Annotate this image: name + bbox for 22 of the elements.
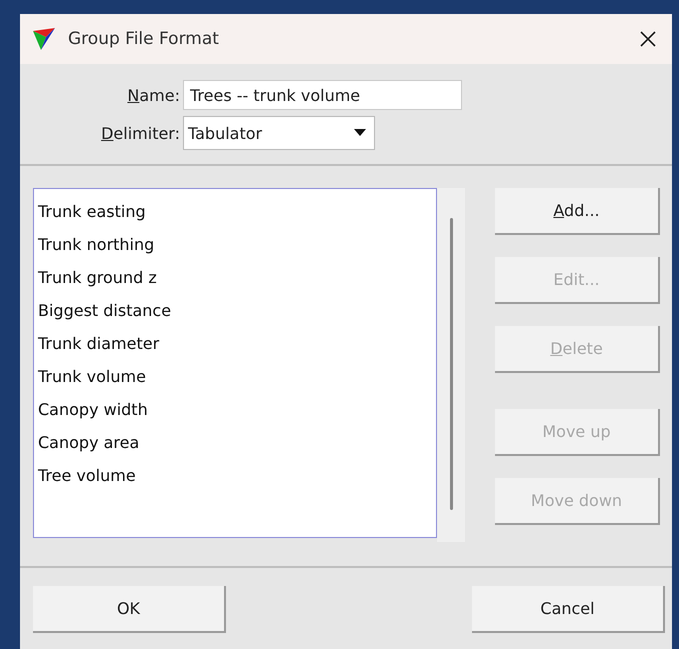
list-item[interactable]: Canopy width bbox=[38, 393, 432, 426]
delimiter-dropdown[interactable]: Tabulator bbox=[183, 116, 375, 150]
field-label: Name: bbox=[126, 86, 180, 104]
ok-button[interactable]: OK bbox=[33, 586, 226, 633]
list-item[interactable]: Trunk volume bbox=[38, 360, 432, 393]
app-icon bbox=[32, 27, 56, 51]
cancel-button[interactable]: Cancel bbox=[472, 586, 665, 633]
field-label: Delimiter: bbox=[100, 124, 180, 142]
list-item[interactable]: Trunk diameter bbox=[38, 327, 432, 360]
scroll-bar[interactable] bbox=[437, 188, 465, 542]
window-title: Group File Format bbox=[68, 29, 220, 49]
list-item[interactable]: Canopy area bbox=[38, 426, 432, 459]
caret-icon bbox=[354, 129, 366, 137]
close-icon[interactable] bbox=[640, 31, 656, 47]
side-button[interactable]: Add... bbox=[495, 188, 660, 235]
list-item[interactable]: Trunk easting bbox=[38, 195, 432, 228]
list-item[interactable]: Tree volume bbox=[38, 459, 432, 492]
list-item[interactable]: Biggest distance bbox=[38, 294, 432, 327]
list-item[interactable]: Trunk northing bbox=[38, 228, 432, 261]
list-box[interactable]: Trunk easting Trunk northing Trunk ground z Biggest distance Trunk diameter Trunk volume Canopy width Canopy area Tree volume bbox=[33, 188, 437, 538]
name-field[interactable]: Trees -- trunk volume bbox=[183, 80, 462, 110]
list-item[interactable]: Trunk ground z bbox=[38, 261, 432, 294]
